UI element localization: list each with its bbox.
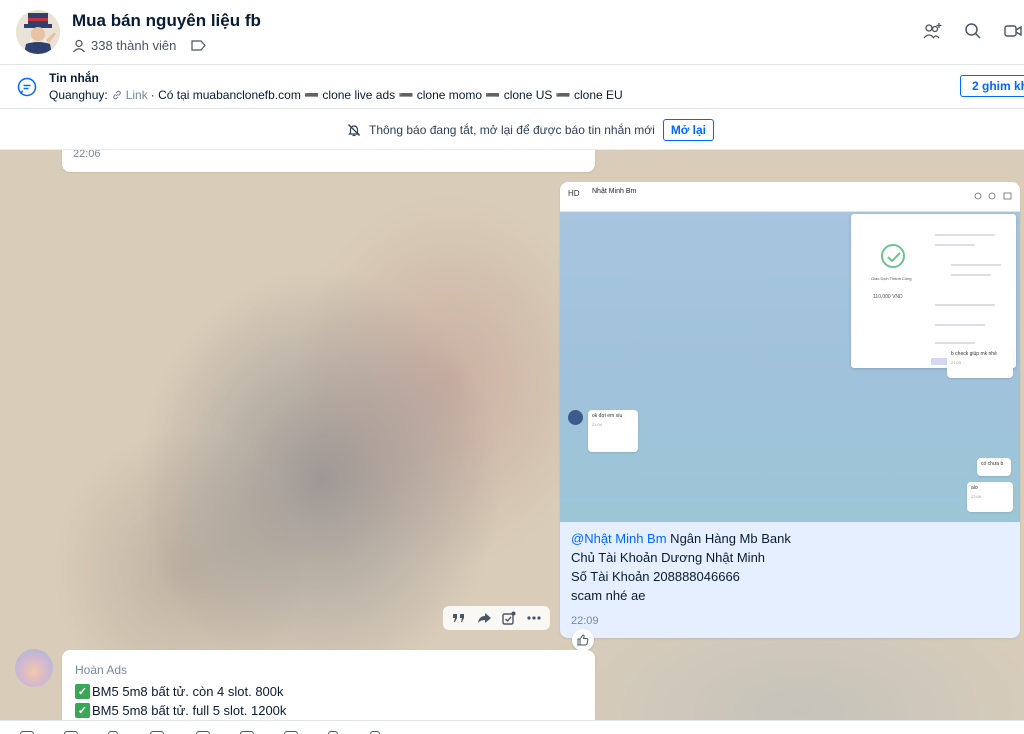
- previous-message[interactable]: 22:06: [62, 150, 595, 172]
- group-title[interactable]: Mua bán nguyên liệu fb: [72, 11, 261, 31]
- video-call-icon[interactable]: [1002, 20, 1024, 42]
- screenshot-message-text: có chưa b: [981, 461, 1004, 467]
- screenshot-header: HD Nhật Minh Bm: [560, 182, 1020, 212]
- screenshot-message: b check giúp mk nhé 21:03: [947, 348, 1013, 378]
- incoming-message[interactable]: Hoàn Ads ✓ BM5 5m8 bất tử. còn 4 slot. 8…: [62, 650, 595, 720]
- message-line: ✓ BM5 5m8 bất tử. còn 4 slot. 800k: [75, 684, 284, 699]
- message-line: ✓ BM5 5m8 bất tử. full 5 slot. 1200k: [75, 703, 286, 718]
- transfer-receipt: Giao Dịch Thành Công 110,000 VND: [851, 214, 1016, 368]
- search-icon[interactable]: [962, 20, 984, 42]
- screenshot-message-text: alo: [971, 485, 978, 491]
- sender-avatar[interactable]: [15, 649, 53, 687]
- screenshot-avatar: [568, 410, 583, 425]
- member-count[interactable]: 338 thành viên: [72, 38, 207, 53]
- pinned-title: Tin nhắn: [49, 71, 99, 85]
- composer-toolbar: [0, 720, 1024, 734]
- message-text: @Nhật Minh Bm Ngân Hàng Mb Bank Chủ Tài …: [571, 529, 1011, 605]
- other-pins-button[interactable]: 2 ghim khác: [960, 75, 1024, 97]
- own-message-card[interactable]: HD Nhật Minh Bm Giao Dịch Thành Công 110…: [560, 182, 1020, 638]
- screenshot-header-icons: [974, 192, 1012, 200]
- member-count-label: 338 thành viên: [91, 38, 177, 53]
- group-avatar-image: [16, 10, 60, 54]
- attached-screenshot[interactable]: HD Nhật Minh Bm Giao Dịch Thành Công 110…: [560, 182, 1020, 522]
- pinned-message-bar[interactable]: Tin nhắn Quanghuy: Link · Có tại muabanc…: [0, 65, 1024, 109]
- chat-header: Mua bán nguyên liệu fb 338 thành viên: [0, 0, 1024, 65]
- screenshot-initials: HD: [568, 189, 580, 198]
- message-line-text: BM5 5m8 bất tử. full 5 slot. 1200k: [92, 703, 287, 718]
- check-mark-icon: ✓: [75, 684, 90, 699]
- message-line: scam nhé ae: [571, 588, 646, 603]
- screenshot-message: có chưa b: [977, 458, 1011, 476]
- reopen-notification-button[interactable]: Mở lại: [662, 119, 715, 141]
- add-member-icon[interactable]: [922, 20, 944, 42]
- receipt-line: [935, 342, 975, 344]
- receipt-line: [951, 274, 991, 276]
- pinned-link-label: Link: [125, 88, 148, 102]
- receipt-line: [935, 304, 995, 306]
- screenshot-message-time: 22:08: [971, 494, 982, 499]
- receipt-line: [935, 244, 975, 246]
- chat-area[interactable]: 22:06 HD Nhật Minh Bm Giao Dịch Thành Cô…: [0, 150, 1024, 720]
- mention-link[interactable]: @Nhật Minh Bm: [571, 531, 667, 546]
- receipt-line: [935, 324, 985, 326]
- user-icon: [73, 39, 85, 52]
- more-icon[interactable]: [526, 610, 542, 626]
- screenshot-message-time: 21:03: [951, 360, 962, 365]
- task-icon[interactable]: [501, 610, 517, 626]
- bell-off-icon: [348, 124, 360, 137]
- message-actions: [443, 606, 550, 630]
- quote-icon[interactable]: [451, 610, 467, 626]
- receipt-line: [935, 234, 995, 236]
- message-line-text: BM5 5m8 bất tử. còn 4 slot. 800k: [92, 684, 284, 699]
- screenshot-message: alo 22:08: [967, 482, 1013, 512]
- screenshot-message-time: 21:04: [592, 422, 603, 427]
- header-actions: [922, 20, 1024, 42]
- pinned-content: Quanghuy: Link · Có tại muabanclonefb.co…: [49, 88, 623, 102]
- receipt-amount: 110,000 VND: [873, 294, 903, 300]
- pinned-sender: Quanghuy:: [49, 88, 108, 102]
- link-icon: [112, 90, 121, 100]
- screenshot-message: ok đợi em xíu 21:04: [588, 410, 638, 452]
- message-icon: [17, 77, 37, 97]
- checkmark-icon: [887, 252, 901, 262]
- message-time: 22:06: [73, 150, 101, 160]
- screenshot-message-text: b check giúp mk nhé: [951, 351, 997, 357]
- screenshot-name: Nhật Minh Bm: [592, 188, 637, 195]
- screenshot-message-text: ok đợi em xíu: [592, 413, 623, 419]
- forward-icon[interactable]: [476, 610, 492, 626]
- like-button[interactable]: [572, 629, 594, 651]
- notification-text: Thông báo đang tắt, mở lại để được báo t…: [369, 123, 655, 137]
- receipt-line: [951, 264, 1001, 266]
- thumbs-up-icon: [577, 634, 589, 646]
- check-mark-icon: ✓: [75, 703, 90, 718]
- notification-bar: Thông báo đang tắt, mở lại để được báo t…: [0, 109, 1024, 150]
- tag-icon[interactable]: [191, 40, 207, 51]
- receipt-title: Giao Dịch Thành Công: [871, 276, 912, 281]
- message-line: Chủ Tài Khoản Dương Nhật Minh: [571, 550, 766, 565]
- sender-name[interactable]: Hoàn Ads: [75, 663, 127, 677]
- message-line: Ngân Hàng Mb Bank: [666, 531, 791, 546]
- message-time: 22:09: [571, 615, 599, 627]
- group-avatar[interactable]: [16, 10, 60, 54]
- message-line: Số Tài Khoản 208888046666: [571, 569, 740, 584]
- pinned-text: · Có tại muabanclonefb.com ➖ clone live …: [150, 88, 623, 102]
